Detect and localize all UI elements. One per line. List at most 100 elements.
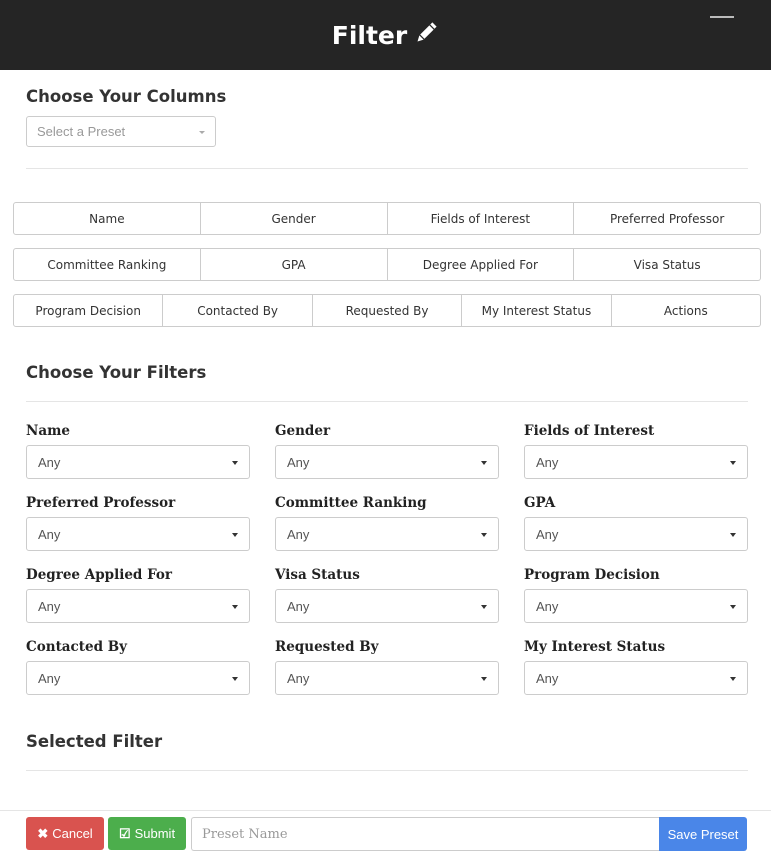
filter-name: Name Any: [26, 421, 250, 479]
filter-preferred-professor: Preferred Professor Any: [26, 493, 250, 551]
caret-down-icon: [481, 461, 487, 465]
caret-down-icon: [232, 461, 238, 465]
filter-label: Degree Applied For: [26, 567, 173, 583]
divider: [26, 168, 748, 169]
filter-label: GPA: [524, 495, 556, 511]
filter-committee-ranking: Committee Ranking Any: [275, 493, 499, 551]
column-toggle-committee-ranking[interactable]: Committee Ranking: [13, 248, 201, 281]
caret-down-icon: [730, 677, 736, 681]
modal-title: Filter: [0, 0, 771, 70]
filter-select[interactable]: Any: [26, 661, 250, 695]
filter-value: Any: [287, 454, 310, 470]
column-toggle-fields-of-interest[interactable]: Fields of Interest: [387, 202, 575, 235]
column-toggle-actions[interactable]: Actions: [611, 294, 762, 327]
filter-select[interactable]: Any: [275, 661, 499, 695]
columns-section-title: Choose Your Columns: [26, 87, 227, 106]
divider: [26, 770, 748, 771]
filter-label: Committee Ranking: [275, 495, 427, 511]
filter-select[interactable]: Any: [275, 589, 499, 623]
modal-header: Filter: [0, 0, 771, 70]
preset-name-input[interactable]: [191, 817, 659, 851]
selected-filter-title: Selected Filter: [26, 732, 163, 751]
filter-select[interactable]: Any: [524, 589, 748, 623]
filter-contacted-by: Contacted By Any: [26, 637, 250, 695]
pencil-icon[interactable]: [413, 20, 439, 46]
column-toggle-visa-status[interactable]: Visa Status: [574, 248, 761, 281]
caret-down-icon: [730, 461, 736, 465]
filter-degree-applied-for: Degree Applied For Any: [26, 565, 250, 623]
column-toggle-contacted-by[interactable]: Contacted By: [163, 294, 313, 327]
times-icon: ✖: [37, 825, 49, 841]
filters-section-title: Choose Your Filters: [26, 363, 207, 382]
filter-select[interactable]: Any: [524, 517, 748, 551]
filter-label: Program Decision: [524, 567, 660, 583]
column-toggle-preferred-professor[interactable]: Preferred Professor: [574, 202, 761, 235]
column-row-3: Program Decision Contacted By Requested …: [13, 294, 762, 327]
footer-divider: [0, 810, 771, 811]
minimize-icon[interactable]: [710, 16, 734, 18]
column-toggle-degree-applied-for[interactable]: Degree Applied For: [387, 248, 575, 281]
filter-value: Any: [536, 526, 559, 542]
column-row-1: Name Gender Fields of Interest Preferred…: [13, 202, 761, 235]
filter-select[interactable]: Any: [275, 445, 499, 479]
caret-down-icon: [232, 677, 238, 681]
caret-down-icon: [481, 677, 487, 681]
filter-my-interest-status: My Interest Status Any: [524, 637, 748, 695]
filter-select[interactable]: Any: [26, 589, 250, 623]
filter-value: Any: [38, 526, 61, 542]
filter-gender: Gender Any: [275, 421, 499, 479]
caret-down-icon: [232, 533, 238, 537]
filter-select[interactable]: Any: [524, 661, 748, 695]
filter-label: Requested By: [275, 639, 379, 655]
filter-value: Any: [536, 454, 559, 470]
cancel-button-label: Cancel: [52, 826, 93, 841]
caret-down-icon: [730, 533, 736, 537]
submit-button-label: Submit: [134, 826, 176, 841]
column-row-2: Committee Ranking GPA Degree Applied For…: [13, 248, 761, 281]
check-square-icon: ☑: [118, 825, 131, 841]
filter-select[interactable]: Any: [275, 517, 499, 551]
filter-select[interactable]: Any: [26, 517, 250, 551]
caret-down-icon: [481, 533, 487, 537]
filter-label: Gender: [275, 423, 331, 439]
filter-value: Any: [536, 598, 559, 614]
filter-select[interactable]: Any: [524, 445, 748, 479]
column-toggle-requested-by[interactable]: Requested By: [312, 294, 463, 327]
filter-value: Any: [38, 670, 61, 686]
filter-label: Preferred Professor: [26, 495, 176, 511]
caret-down-icon: [730, 605, 736, 609]
caret-down-icon: [232, 605, 238, 609]
filter-program-decision: Program Decision Any: [524, 565, 748, 623]
filter-label: Visa Status: [275, 567, 360, 583]
column-toggle-gpa[interactable]: GPA: [200, 248, 388, 281]
filter-value: Any: [38, 598, 61, 614]
filter-value: Any: [287, 670, 310, 686]
divider: [26, 401, 748, 402]
column-toggle-program-decision[interactable]: Program Decision: [13, 294, 164, 327]
save-preset-button-label: Save Preset: [667, 826, 739, 842]
filter-visa-status: Visa Status Any: [275, 565, 499, 623]
submit-button[interactable]: ☑ Submit: [108, 817, 186, 850]
caret-down-icon: [481, 605, 487, 609]
filter-label: My Interest Status: [524, 639, 666, 655]
filter-label: Name: [26, 423, 70, 439]
filter-value: Any: [536, 670, 559, 686]
preset-select-placeholder: Select a Preset: [37, 124, 126, 139]
filter-value: Any: [38, 454, 61, 470]
filter-label: Contacted By: [26, 639, 127, 655]
filter-value: Any: [287, 526, 310, 542]
column-toggle-name[interactable]: Name: [13, 202, 201, 235]
filter-select[interactable]: Any: [26, 445, 250, 479]
preset-select[interactable]: Select a Preset: [26, 116, 216, 147]
filter-gpa: GPA Any: [524, 493, 748, 551]
filter-requested-by: Requested By Any: [275, 637, 499, 695]
filter-value: Any: [287, 598, 310, 614]
column-toggle-my-interest-status[interactable]: My Interest Status: [462, 294, 612, 327]
caret-down-icon: [199, 131, 205, 134]
cancel-button[interactable]: ✖ Cancel: [26, 817, 104, 850]
column-toggle-gender[interactable]: Gender: [200, 202, 388, 235]
modal-title-text: Filter: [331, 20, 408, 50]
filter-fields-of-interest: Fields of Interest Any: [524, 421, 748, 479]
save-preset-button[interactable]: Save Preset: [659, 817, 747, 851]
filter-label: Fields of Interest: [524, 423, 655, 439]
